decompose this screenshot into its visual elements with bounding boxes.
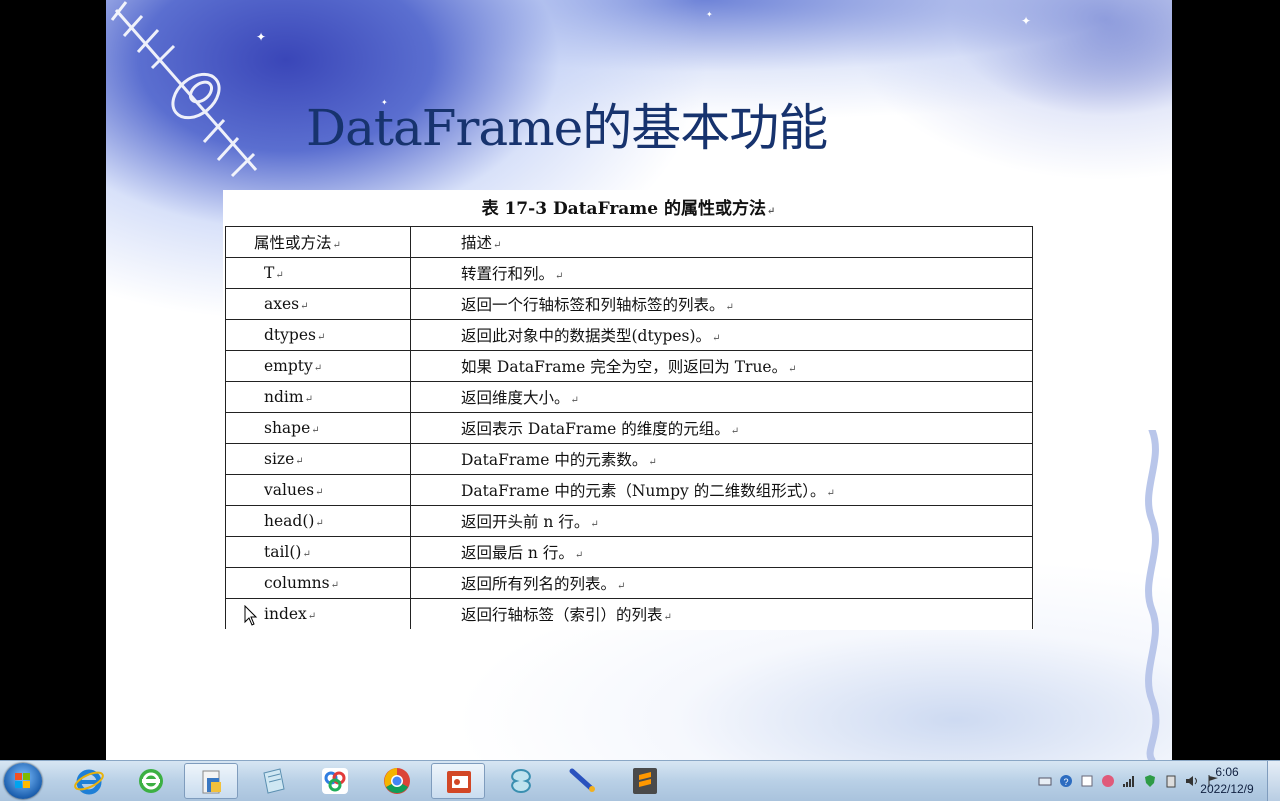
attribute-cell: head()↵ bbox=[225, 505, 411, 537]
table-row: axes↵ 返回一个行轴标签和列轴标签的列表。↵ bbox=[225, 288, 1033, 320]
attribute-cell: columns↵ bbox=[225, 567, 411, 599]
windows-logo-icon bbox=[15, 773, 30, 788]
attribute-cell: shape↵ bbox=[225, 412, 411, 444]
attribute-cell: size↵ bbox=[225, 443, 411, 475]
help-icon[interactable]: ? bbox=[1059, 774, 1073, 788]
baidu-netdisk-icon bbox=[322, 768, 348, 794]
network-tool-icon bbox=[511, 768, 531, 794]
description-cell: 返回此对象中的数据类型(dtypes)。↵ bbox=[410, 319, 1033, 351]
security-icon[interactable] bbox=[1143, 774, 1157, 788]
presentation-slide: ✦ ✦ ✦ ✦ DataFrame的基本功能 表 17-3 DataFrame … bbox=[106, 0, 1172, 760]
description-cell: 返回所有列名的列表。↵ bbox=[410, 567, 1033, 599]
attribute-cell: T↵ bbox=[225, 257, 411, 289]
attribute-cell: empty↵ bbox=[225, 350, 411, 382]
device-icon[interactable] bbox=[1164, 774, 1178, 788]
signal-icon[interactable] bbox=[1122, 774, 1136, 788]
clock-date: 2022/12/9 bbox=[1200, 782, 1254, 796]
internet-explorer-icon bbox=[74, 769, 104, 795]
taskbar-app-file-explorer[interactable] bbox=[184, 763, 238, 799]
star-icon: ✦ bbox=[706, 10, 713, 19]
table-row: columns↵ 返回所有列名的列表。↵ bbox=[225, 567, 1033, 599]
notepad-icon bbox=[263, 768, 285, 794]
star-icon: ✦ bbox=[256, 30, 267, 44]
chrome-icon bbox=[384, 768, 410, 794]
table-row: index↵ 返回行轴标签（索引）的列表↵ bbox=[225, 598, 1033, 629]
table-header-row: 属性或方法↵ 描述↵ bbox=[225, 226, 1033, 258]
sublime-text-icon bbox=[633, 768, 657, 794]
star-icon: ✦ bbox=[1021, 14, 1032, 28]
system-clock[interactable]: 6:06 2022/12/9 bbox=[1192, 764, 1262, 798]
taskbar-app-sublime-text[interactable] bbox=[618, 763, 672, 799]
taskbar-app-powerpoint[interactable] bbox=[431, 763, 485, 799]
slide-title: DataFrame的基本功能 bbox=[306, 99, 828, 157]
table-row: empty↵ 如果 DataFrame 完全为空，则返回为 True。↵ bbox=[225, 350, 1033, 382]
keyboard-icon[interactable] bbox=[1038, 774, 1052, 788]
taskbar-app-internet-explorer[interactable] bbox=[62, 763, 116, 799]
attribute-cell: axes↵ bbox=[225, 288, 411, 320]
table-row: dtypes↵ 返回此对象中的数据类型(dtypes)。↵ bbox=[225, 319, 1033, 351]
description-cell: 返回行轴标签（索引）的列表↵ bbox=[410, 598, 1033, 629]
attributes-table: 属性或方法↵ 描述↵ T↵ 转置行和列。↵ axes↵ 返回一个行轴标签和列轴标… bbox=[225, 226, 1033, 629]
attribute-cell: tail()↵ bbox=[225, 536, 411, 568]
description-cell: 返回开头前 n 行。↵ bbox=[410, 505, 1033, 537]
language-icon[interactable] bbox=[1080, 774, 1094, 788]
description-cell: 返回维度大小。↵ bbox=[410, 381, 1033, 413]
attribute-cell: dtypes↵ bbox=[225, 319, 411, 351]
table-caption: 表 17-3 DataFrame 的属性或方法↵ bbox=[481, 199, 776, 219]
taskbar-app-network-tool[interactable] bbox=[494, 763, 548, 799]
taskbar-app-notepad[interactable] bbox=[246, 763, 300, 799]
taskbar-app-pen-tool[interactable] bbox=[556, 763, 610, 799]
360-browser-icon bbox=[139, 769, 163, 793]
description-cell: 返回表示 DataFrame 的维度的元组。↵ bbox=[410, 412, 1033, 444]
description-cell: DataFrame 中的元素数。↵ bbox=[410, 443, 1033, 475]
curl-decoration bbox=[1145, 430, 1160, 760]
description-cell: 如果 DataFrame 完全为空，则返回为 True。↵ bbox=[410, 350, 1033, 382]
powerpoint-icon bbox=[447, 771, 471, 793]
table-row: T↵ 转置行和列。↵ bbox=[225, 257, 1033, 289]
table-row: head()↵ 返回开头前 n 行。↵ bbox=[225, 505, 1033, 537]
table-row: ndim↵ 返回维度大小。↵ bbox=[225, 381, 1033, 413]
table-row: tail()↵ 返回最后 n 行。↵ bbox=[225, 536, 1033, 568]
taskbar-app-chrome[interactable] bbox=[370, 763, 424, 799]
description-cell: 返回最后 n 行。↵ bbox=[410, 536, 1033, 568]
svg-text:?: ? bbox=[1064, 777, 1069, 787]
antenna-decoration bbox=[110, 1, 258, 178]
table-row: shape↵ 返回表示 DataFrame 的维度的元组。↵ bbox=[225, 412, 1033, 444]
header-cell: 描述↵ bbox=[410, 226, 1033, 258]
taskbar: ? 6:06 2022/12/9 bbox=[0, 760, 1280, 801]
description-cell: DataFrame 中的元素（Numpy 的二维数组形式）。↵ bbox=[410, 474, 1033, 506]
start-button[interactable] bbox=[4, 763, 42, 799]
app-tray-icon[interactable] bbox=[1101, 774, 1115, 788]
table-image: 表 17-3 DataFrame 的属性或方法↵ 属性或方法↵ 描述↵ T↵ 转… bbox=[223, 190, 1034, 630]
table-row: size↵ DataFrame 中的元素数。↵ bbox=[225, 443, 1033, 475]
description-cell: 返回一个行轴标签和列轴标签的列表。↵ bbox=[410, 288, 1033, 320]
header-cell: 属性或方法↵ bbox=[225, 226, 411, 258]
show-desktop-button[interactable] bbox=[1267, 761, 1280, 801]
table-row: values↵ DataFrame 中的元素（Numpy 的二维数组形式）。↵ bbox=[225, 474, 1033, 506]
pen-tool-icon bbox=[569, 768, 595, 792]
taskbar-app-360-browser[interactable] bbox=[124, 763, 178, 799]
description-cell: 转置行和列。↵ bbox=[410, 257, 1033, 289]
attribute-cell: values↵ bbox=[225, 474, 411, 506]
file-explorer-icon bbox=[202, 770, 221, 794]
clock-time: 6:06 bbox=[1215, 765, 1239, 779]
mouse-cursor-icon bbox=[244, 605, 258, 626]
taskbar-app-baidu-netdisk[interactable] bbox=[308, 763, 362, 799]
attribute-cell: ndim↵ bbox=[225, 381, 411, 413]
